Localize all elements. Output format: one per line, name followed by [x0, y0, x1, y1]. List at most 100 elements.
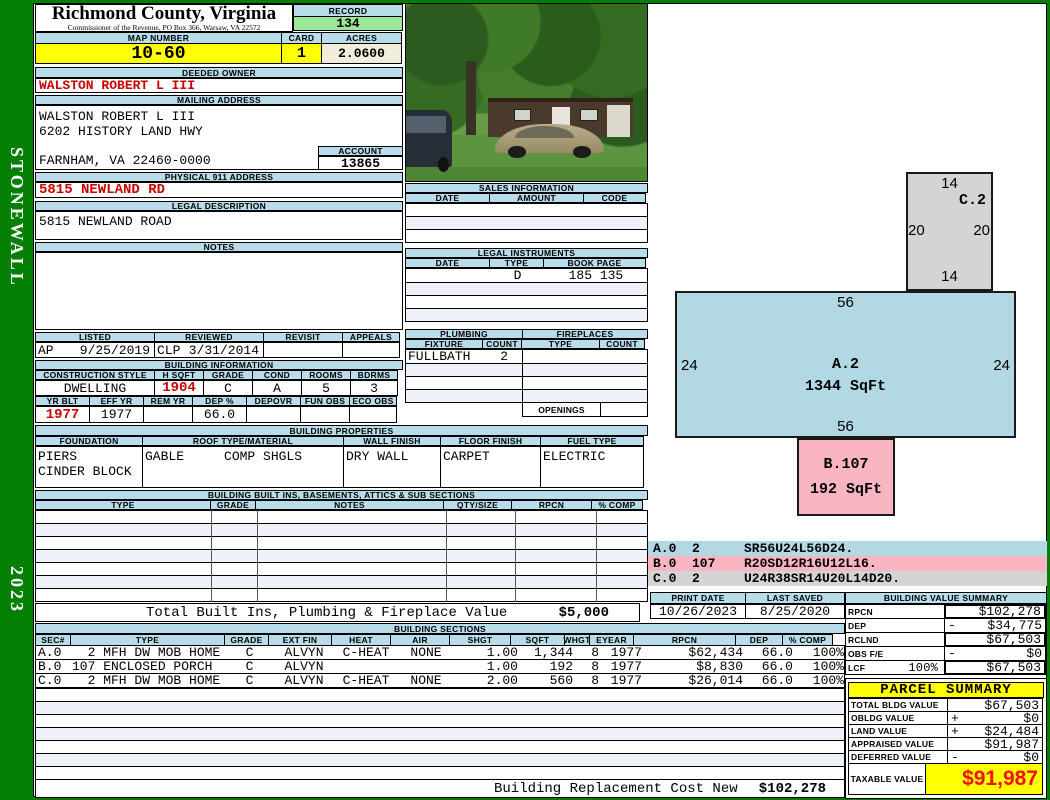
district-label: STONEWALL: [7, 146, 27, 288]
replacement-cost-label: Building Replacement Cost New: [494, 780, 738, 797]
cell: C: [245, 645, 254, 660]
cell: 8: [591, 645, 599, 660]
empty-row: [35, 536, 648, 550]
cell: 100%: [812, 645, 844, 660]
legend-sec: C.0: [653, 571, 677, 586]
cell: $26,014: [688, 673, 743, 688]
a2-top-dim: 56: [837, 294, 854, 311]
legend-trace: U24R38SR14U20L14D20.: [744, 571, 901, 586]
appeals-header: APPEALS: [342, 332, 400, 342]
roof-type-value: GABLE: [145, 449, 185, 464]
cell: 1977: [610, 645, 642, 660]
cell: 192: [549, 659, 573, 674]
column-divider: [515, 510, 516, 602]
c2-name: C.2: [958, 192, 986, 209]
cell: 1.00: [486, 659, 518, 674]
commissioner-line: Commissioner of the Revenue, PO Box 366,…: [67, 23, 261, 32]
parcel-summary-row: TOTAL BLDG VALUE $67,503: [848, 698, 1044, 713]
a2-bottom-dim: 56: [837, 418, 854, 435]
cell: [336, 660, 396, 673]
cell: 100%: [812, 673, 844, 688]
ps-label: APPRAISED VALUE: [848, 737, 948, 751]
visit-values: AP 9/25/2019 CLP 3/31/2014: [35, 342, 403, 358]
legend-trace: R20SD12R16U12L16.: [744, 556, 877, 571]
builtins-comp-header: % COMP: [591, 500, 643, 510]
building-info-headers-1: CONSTRUCTION STYLE H SQFT GRADE COND ROO…: [35, 370, 403, 380]
funobs-header: FUN OBS: [300, 396, 350, 406]
cell: B.0: [38, 659, 62, 674]
building-info-headers-2: YR BLT EFF YR REM YR DEP % DEPOVR FUN OB…: [35, 396, 403, 406]
roof-material-value: COMP SHGLS: [224, 449, 303, 464]
openings-value: [600, 402, 648, 417]
legend-trace: SR56U24L56D24.: [744, 541, 854, 556]
mailing-line: WALSTON ROBERT L III: [39, 109, 196, 124]
cell: 66.0: [761, 673, 793, 688]
building-properties-values: PIERS CINDER BLOCK GABLE COMP SHGLS DRY …: [35, 446, 648, 488]
dep-pct-value: 66.0: [192, 406, 247, 423]
instrument-type-value: D: [513, 268, 522, 283]
cond-header: COND: [252, 370, 302, 380]
effyr-value: 1977: [89, 406, 144, 423]
vs-value: $67,503: [986, 632, 1041, 647]
b107-name: B.107: [823, 456, 869, 473]
map-number-value: 10-60: [35, 43, 282, 64]
roof-header: ROOF TYPE/MATERIAL: [142, 436, 344, 446]
value-summary-row: OBS F/E - $0: [845, 646, 1047, 661]
bdrms-value: 3: [350, 380, 398, 396]
taxable-value-row: TAXABLE VALUE $91,987: [848, 763, 1044, 795]
funobs-value: [300, 406, 350, 423]
vs-value: $0: [1026, 646, 1042, 661]
yrblt-value: 1977: [35, 406, 90, 423]
property-photo: [405, 3, 648, 182]
empty-row: [522, 389, 648, 403]
deeded-owner-header: DEEDED OWNER: [35, 67, 403, 78]
house-window: [580, 109, 598, 122]
map-card-acres-values: 10-60 1 2.0600: [35, 43, 403, 64]
sedan-wheel: [573, 146, 591, 158]
empty-row: [522, 363, 648, 377]
print-date-header: PRINT DATE: [650, 592, 746, 604]
cell: 66.0: [761, 659, 793, 674]
sedan-windows: [514, 126, 575, 138]
listed-header: LISTED: [35, 332, 155, 342]
empty-row: [35, 753, 845, 767]
builtins-rpcn-header: RPCN: [511, 500, 592, 510]
ecoobs-value: [349, 406, 397, 423]
building-info-values-1: DWELLING 1904 C A 5 3: [35, 380, 403, 396]
sales-amount-header: AMOUNT: [489, 193, 584, 203]
account-value: 13865: [318, 156, 403, 171]
parcel-summary-row: APPRAISED VALUE $91,987: [848, 737, 1044, 752]
cell: $62,434: [688, 645, 743, 660]
account-header: ACCOUNT: [318, 146, 403, 156]
legal-instrument-row: D 185 135: [405, 268, 648, 283]
building-information-header: BUILDING INFORMATION: [35, 360, 403, 370]
rooms-header: ROOMS: [301, 370, 351, 380]
depovr-value: [246, 406, 301, 423]
builtins-grade-header: GRADE: [210, 500, 256, 510]
cell: C-HEAT: [342, 673, 390, 688]
yrblt-header: YR BLT: [35, 396, 90, 406]
value-summary-row: DEP - $34,775: [845, 618, 1047, 633]
effyr-header: EFF YR: [89, 396, 144, 406]
empty-row: [35, 688, 845, 702]
cell: C.0: [38, 673, 62, 688]
building-value-summary-header: BUILDING VALUE SUMMARY: [845, 592, 1047, 604]
built-ins-header: BUILDING BUILT INS, BASEMENTS, ATTICS & …: [35, 490, 648, 500]
house-window: [513, 109, 532, 122]
house-siding: [606, 105, 630, 137]
empty-row: [35, 727, 845, 741]
building-info-values-2: 1977 1977 66.0: [35, 406, 403, 423]
built-ins-column-headers: TYPE GRADE NOTES QTY/SIZE RPCN % COMP: [35, 500, 648, 510]
cell: 8: [591, 659, 599, 674]
wall-finish-value: DRY WALL: [343, 446, 441, 488]
cell: ALVYN: [284, 659, 324, 674]
parcel-summary-row: DEFERRED VALUE - $0: [848, 750, 1044, 765]
vs-op: -: [948, 646, 956, 661]
foundation-header: FOUNDATION: [35, 436, 143, 446]
cell: 2 MFH DW MOB HOME: [72, 673, 221, 688]
column-divider: [211, 510, 212, 602]
year-label: 2023: [7, 566, 27, 614]
suv-vehicle: [406, 110, 452, 173]
grade-value: C: [203, 380, 253, 396]
vs-label: RPCN: [845, 604, 945, 619]
